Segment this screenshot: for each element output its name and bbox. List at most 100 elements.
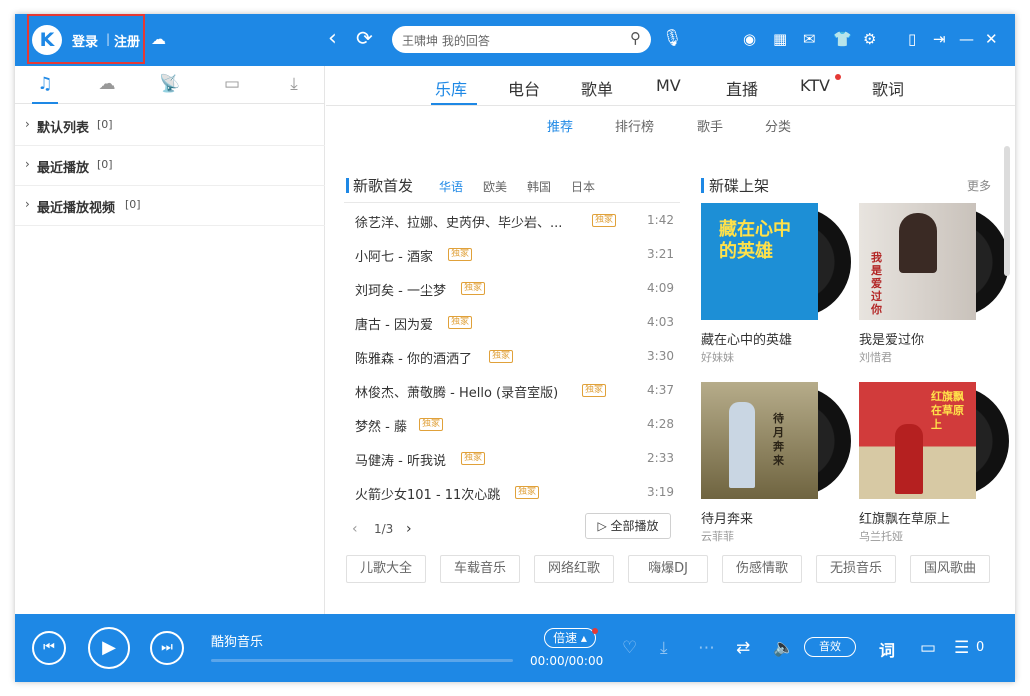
apps-grid-icon[interactable]: ▦: [773, 30, 787, 48]
cloud-sync-icon[interactable]: ☁: [151, 30, 166, 48]
subtab-singers[interactable]: 歌手: [697, 116, 723, 135]
region-japanese[interactable]: 日本: [571, 178, 595, 195]
main-scrollbar[interactable]: [1004, 146, 1010, 276]
subtab-recommend[interactable]: 推荐: [547, 116, 573, 135]
radio-icon[interactable]: 📡: [158, 74, 182, 98]
device-icon[interactable]: ▭: [220, 74, 244, 98]
music-note-icon[interactable]: ♫: [33, 74, 57, 98]
message-icon[interactable]: ✉: [803, 30, 816, 48]
tab-ktv[interactable]: KTV: [800, 76, 830, 95]
search-input[interactable]: 王啸坤 我的回答 ⚲: [392, 26, 651, 53]
song-row[interactable]: 小阿七 - 酒家 独家 3:21: [344, 238, 680, 272]
album-artist[interactable]: 好妹妹: [701, 349, 734, 365]
album-artist[interactable]: 云菲菲: [701, 528, 734, 544]
tab-live[interactable]: 直播: [726, 76, 758, 100]
pager-next-icon[interactable]: ›: [406, 521, 412, 537]
more-link[interactable]: 更多: [967, 177, 991, 194]
settings-gear-icon[interactable]: ⚙: [863, 30, 876, 48]
ktv-notification-dot: [835, 74, 841, 80]
song-row[interactable]: 徐艺洋、拉娜、史芮伊、毕少岩、... 独家 1:42: [344, 204, 680, 238]
genre-tags: 儿歌大全 车载音乐 网络红歌 嗨爆DJ 伤感情歌 无损音乐 国风歌曲: [346, 555, 996, 585]
exclusive-badge: 独家: [448, 248, 473, 261]
song-title: 小阿七 - 酒家: [355, 250, 433, 265]
exit-icon[interactable]: ⇥: [933, 30, 946, 48]
album-artist[interactable]: 刘惜君: [859, 349, 892, 365]
album-artist[interactable]: 乌兰托娅: [859, 528, 903, 544]
progress-bar[interactable]: [211, 659, 513, 662]
refresh-icon[interactable]: ⟳: [356, 26, 373, 50]
song-duration: 1:42: [647, 213, 674, 227]
song-title: 林俊杰、萧敬腾 - Hello (录音室版): [355, 386, 559, 401]
play-all-button[interactable]: ▷ 全部播放: [585, 513, 671, 539]
heart-icon[interactable]: ♡: [622, 638, 637, 658]
playlist-name: 最近播放视频: [37, 201, 116, 216]
subtab-charts[interactable]: 排行榜: [615, 116, 654, 135]
skin-icon[interactable]: 👕: [833, 30, 852, 48]
tab-mv[interactable]: MV: [656, 76, 681, 95]
mini-mode-icon[interactable]: ▯: [908, 30, 916, 48]
register-link[interactable]: 注册: [114, 31, 140, 50]
song-row[interactable]: 火箭少女101 - 11次心跳 独家 3:19: [344, 476, 680, 510]
song-duration: 4:28: [647, 417, 674, 431]
playlist-item[interactable]: › 最近播放 [0]: [15, 146, 325, 186]
pager-prev-icon[interactable]: ‹: [352, 521, 358, 537]
region-western[interactable]: 欧美: [483, 178, 507, 195]
playlist-item[interactable]: › 最近播放视频 [0]: [15, 186, 325, 226]
speed-button[interactable]: 倍速 ▴: [544, 628, 596, 648]
tab-library[interactable]: 乐库: [435, 76, 467, 100]
more-icon[interactable]: ⋯: [698, 638, 715, 658]
playlist-queue-icon[interactable]: ☰: [954, 638, 969, 658]
song-row[interactable]: 刘珂矣 - 一尘梦 独家 4:09: [344, 272, 680, 306]
region-korean[interactable]: 韩国: [527, 178, 551, 195]
tab-lyrics[interactable]: 歌词: [872, 76, 904, 100]
lyric-button[interactable]: 词: [879, 637, 895, 661]
album-cover: 藏在心中的英雄: [701, 203, 818, 320]
volume-icon[interactable]: 🔈: [773, 638, 794, 658]
genre-tag[interactable]: 伤感情歌: [722, 555, 802, 583]
genre-tag[interactable]: 车载音乐: [440, 555, 520, 583]
download-icon[interactable]: ⤓: [282, 74, 306, 98]
genre-tag[interactable]: 无损音乐: [816, 555, 896, 583]
next-track-button[interactable]: ⏭: [150, 631, 184, 665]
screen-icon[interactable]: ▭: [920, 638, 936, 658]
voice-search-icon[interactable]: 🎙: [662, 28, 682, 47]
play-button[interactable]: ▶: [88, 627, 130, 669]
exclusive-badge: 独家: [419, 418, 444, 431]
listen-recognize-icon[interactable]: ◉: [743, 30, 756, 48]
song-row[interactable]: 陈雅森 - 你的酒洒了 独家 3:30: [344, 340, 680, 374]
previous-track-button[interactable]: ⏮: [32, 631, 66, 665]
section-accent-bar: [701, 178, 704, 193]
song-row[interactable]: 林俊杰、萧敬腾 - Hello (录音室版) 独家 4:37: [344, 374, 680, 408]
tab-radio[interactable]: 电台: [508, 76, 540, 100]
exclusive-badge: 独家: [489, 350, 514, 363]
song-row[interactable]: 唐古 - 因为爱 独家 4:03: [344, 306, 680, 340]
sound-effect-button[interactable]: 音效: [804, 637, 856, 657]
download-icon[interactable]: ⤓: [660, 638, 668, 658]
login-link[interactable]: 登录: [72, 31, 98, 50]
repeat-icon[interactable]: ⇄: [736, 638, 750, 658]
song-row[interactable]: 梦然 - 藤 独家 4:28: [344, 408, 680, 442]
back-arrow-icon[interactable]: ‹: [328, 26, 337, 51]
close-icon[interactable]: ✕: [985, 30, 998, 48]
genre-tag[interactable]: 网络红歌: [534, 555, 614, 583]
subtab-categories[interactable]: 分类: [765, 116, 791, 135]
genre-tag[interactable]: 国风歌曲: [910, 555, 990, 583]
genre-tag[interactable]: 嗨爆DJ: [628, 555, 708, 583]
album-cover: 待月奔来: [701, 382, 818, 499]
playlist-item[interactable]: › 默认列表 [0]: [15, 106, 325, 146]
genre-tag[interactable]: 儿歌大全: [346, 555, 426, 583]
search-icon[interactable]: ⚲: [630, 29, 641, 47]
song-duration: 4:09: [647, 281, 674, 295]
active-tab-indicator: [32, 102, 58, 104]
kugou-logo: K: [32, 25, 62, 55]
region-chinese[interactable]: 华语: [439, 178, 463, 195]
main-content: 乐库 电台 歌单 MV 直播 KTV 歌词 推荐 排行榜 歌手 分类 新歌首发 …: [326, 66, 1015, 614]
cloud-icon[interactable]: ☁: [95, 74, 119, 98]
minimize-icon[interactable]: —: [959, 30, 974, 48]
song-row[interactable]: 马健涛 - 听我说 独家 2:33: [344, 442, 680, 476]
play-time: 00:00/00:00: [530, 654, 604, 668]
exclusive-badge: 独家: [592, 214, 617, 227]
album-title: 红旗飘在草原上: [859, 512, 951, 527]
playlist-name: 默认列表: [37, 121, 90, 136]
tab-playlists[interactable]: 歌单: [581, 76, 613, 100]
